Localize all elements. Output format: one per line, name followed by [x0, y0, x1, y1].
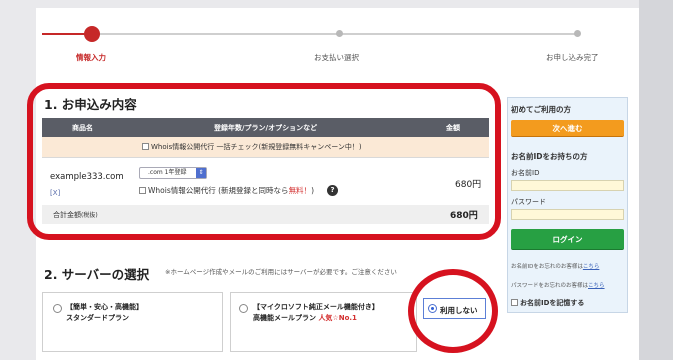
forgot-password-text: パスワードをお忘れのお客様はこちら — [511, 281, 605, 289]
remember-id-label: お名前IDを記憶する — [520, 299, 585, 307]
standard-plan-line2: スタンダードプラン — [66, 314, 129, 322]
standard-plan-radio[interactable] — [53, 304, 62, 313]
password-input[interactable] — [511, 209, 624, 220]
remember-id: お名前IDを記憶する — [511, 298, 584, 308]
first-time-heading: 初めてご利用の方 — [511, 105, 571, 114]
popular-badge: 人気☆No.1 — [318, 314, 357, 322]
forgot-id-label: お名前IDをお忘れのお客様は — [511, 264, 583, 270]
step-1-label: 情報入力 — [76, 53, 106, 62]
id-input[interactable] — [511, 180, 624, 191]
standard-plan-line1: 【簡単・安心・高機能】 — [66, 303, 143, 311]
step-2-dot — [336, 30, 343, 37]
server-note: ※ホームページ作成やメールのご利用にはサーバーが必要です。ご注意ください — [165, 268, 397, 276]
mail-plan-radio[interactable] — [239, 304, 248, 313]
remember-id-checkbox[interactable] — [511, 299, 518, 306]
id-label: お名前ID — [511, 169, 540, 177]
mail-plan-line2: 高機能メールプラン — [253, 314, 316, 322]
forgot-id-link[interactable]: こちら — [583, 264, 600, 270]
mail-plan-line1: 【マイクロソフト純正メール機能付き】 — [253, 303, 379, 311]
password-label: パスワード — [511, 198, 546, 206]
highlight-oval-no-use — [408, 269, 498, 353]
section-2-title: 2. サーバーの選択 — [44, 267, 150, 282]
highlight-oval-order — [27, 83, 501, 240]
have-id-heading: お名前IDをお持ちの方 — [511, 152, 588, 161]
step-3-dot — [574, 30, 581, 37]
mail-plan-text: 【マイクロソフト純正メール機能付き】 高機能メールプラン 人気☆No.1 — [253, 302, 379, 324]
forgot-id-text: お名前IDをお忘れのお客様はこちら — [511, 262, 599, 270]
forgot-password-label: パスワードをお忘れのお客様は — [511, 283, 589, 289]
window-edge — [639, 0, 673, 360]
standard-plan-text: 【簡単・安心・高機能】 スタンダードプラン — [66, 302, 143, 324]
step-2-label: お支払い選択 — [314, 53, 359, 62]
next-button[interactable]: 次へ進む — [511, 120, 624, 137]
login-button[interactable]: ログイン — [511, 229, 624, 250]
step-3-label: お申し込み完了 — [546, 53, 599, 62]
forgot-password-link[interactable]: こちら — [588, 283, 605, 289]
step-1-dot — [84, 26, 100, 42]
